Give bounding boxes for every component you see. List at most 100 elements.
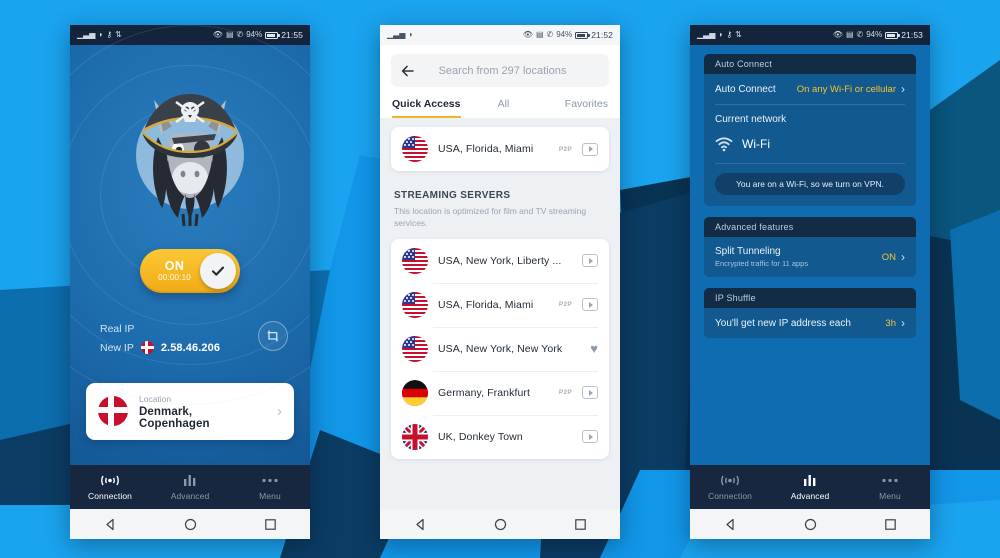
search-area: Search from 297 locations [380, 45, 620, 87]
usa-flag-icon [402, 291, 428, 318]
pirate-donkey-mascot-icon [141, 94, 239, 226]
ip-info: Real IP New IP 2.58.46.206 [70, 319, 310, 357]
tab-menu-label: Menu [879, 491, 901, 501]
battery-icon [575, 31, 590, 39]
vpn-timer: 00:00:10 [158, 273, 191, 283]
real-ip-label: Real IP [100, 322, 135, 335]
sync-icon: ⇅ [735, 30, 742, 39]
status-bar-right: ▁▃▅ ◗ ⚷ ⇅ 👁 ▤ ✆ 94% 21:53 [690, 25, 930, 45]
search-input[interactable]: Search from 297 locations [424, 65, 599, 77]
mascot-area [70, 79, 310, 229]
tab-connection[interactable]: Connection [690, 473, 770, 501]
bottom-tabbar-right: Connection Advanced Menu [690, 465, 930, 509]
android-navbar-center [380, 509, 620, 539]
phone-icon: ✆ [856, 30, 864, 39]
back-triangle-icon[interactable] [414, 518, 427, 531]
list-item[interactable]: USA, New York, New York ♥ [391, 326, 609, 371]
tab-advanced[interactable]: Advanced [770, 473, 850, 501]
phone-left: ▁▃▅ ◗ ⚷ ⇅ 👁 ▤ ✆ 94% 21:55 ON 00:00:10 Re… [70, 25, 310, 539]
usa-flag-icon [402, 247, 428, 274]
advanced-screen: Auto Connect Auto Connect On any Wi-Fi o… [690, 45, 930, 539]
p2p-badge: P2P [558, 145, 572, 153]
denmark-flag-icon [98, 396, 128, 427]
list-item-name: Germany, Frankfurt [438, 386, 531, 399]
recents-square-icon[interactable] [574, 518, 587, 531]
bottom-tabbar-left: Connection Advanced Menu [70, 465, 310, 509]
ip-shuffle-button[interactable] [258, 321, 288, 351]
list-item[interactable]: Germany, Frankfurt P2P [391, 370, 609, 415]
split-tunneling-value: ON [881, 251, 896, 263]
home-circle-icon[interactable] [494, 518, 507, 531]
android-navbar-right [690, 509, 930, 539]
new-ip-row: New IP 2.58.46.206 [100, 338, 280, 357]
wifi-icon: ◗ [718, 30, 724, 39]
android-navbar-left [70, 509, 310, 539]
ip-shuffle-header: IP Shuffle [704, 288, 916, 308]
list-item[interactable]: USA, Florida, Miami P2P [391, 127, 609, 171]
split-tunneling-row[interactable]: Split Tunneling Encrypted traffic for 11… [704, 237, 916, 277]
vpn-state-label: ON [164, 258, 185, 273]
vpn-toggle-text: ON 00:00:10 [144, 258, 200, 283]
new-ip-value: 2.58.46.206 [160, 341, 221, 354]
tab-menu[interactable]: Menu [230, 473, 310, 501]
signal-icon: ▁▃▅ [697, 30, 716, 39]
back-triangle-icon[interactable] [104, 518, 117, 531]
list-item-name: USA, New York, New York [438, 342, 563, 355]
vpn-toggle-knob[interactable] [200, 253, 236, 289]
vibrate-icon: ▤ [845, 30, 854, 39]
tab-favorites[interactable]: Favorites [538, 87, 608, 118]
play-button[interactable] [582, 430, 598, 444]
ip-shuffle-row[interactable]: You'll get new IP address each 3h › [704, 308, 916, 338]
play-button[interactable] [582, 298, 598, 312]
vpn-toggle[interactable]: ON 00:00:10 [140, 249, 240, 293]
chevron-right-icon: › [277, 402, 282, 420]
advanced-features-panel: Advanced features Split Tunneling Encryp… [704, 217, 916, 277]
recents-square-icon[interactable] [884, 518, 897, 531]
auto-connect-value: On any Wi-Fi or cellular [796, 83, 896, 95]
auto-connect-row[interactable]: Auto Connect On any Wi-Fi or cellular › [704, 74, 916, 104]
home-circle-icon[interactable] [804, 518, 817, 531]
back-arrow-icon[interactable] [401, 64, 415, 78]
bars-icon [770, 473, 850, 488]
locations-scroll[interactable]: USA, Florida, Miami P2P STREAMING SERVER… [380, 118, 620, 509]
tab-connection-label: Connection [87, 491, 132, 501]
play-button[interactable] [582, 142, 598, 156]
tab-advanced[interactable]: Advanced [150, 473, 230, 501]
location-name: Denmark, Copenhagen [139, 405, 210, 430]
tab-connection-label: Connection [707, 491, 752, 501]
list-item[interactable]: UK, Donkey Town [391, 414, 609, 459]
split-tunneling-sub: Encrypted traffic for 11 apps [715, 259, 809, 268]
tab-all[interactable]: All [469, 87, 539, 118]
recents-square-icon[interactable] [264, 518, 277, 531]
dots-icon [850, 473, 930, 488]
check-icon [211, 266, 225, 276]
back-triangle-icon[interactable] [724, 518, 737, 531]
play-button[interactable] [582, 386, 598, 400]
section-title: STREAMING SERVERS [394, 190, 511, 201]
favorite-heart-icon[interactable]: ♥ [590, 342, 598, 355]
tab-connection[interactable]: Connection [70, 473, 150, 501]
chevron-right-icon: › [901, 250, 905, 264]
tab-advanced-label: Advanced [170, 491, 210, 501]
phone-right: ▁▃▅ ◗ ⚷ ⇅ 👁 ▤ ✆ 94% 21:53 Auto Connect A… [690, 25, 930, 539]
list-item[interactable]: USA, New York, Liberty ... [391, 239, 609, 283]
tab-menu[interactable]: Menu [850, 473, 930, 501]
list-item-name: USA, Florida, Miami [438, 298, 534, 311]
auto-connect-label: Auto Connect [715, 83, 776, 95]
tab-advanced-label: Advanced [790, 491, 830, 501]
current-network-row: Wi-Fi [704, 127, 916, 163]
play-button[interactable] [582, 254, 598, 268]
key-icon: ⚷ [726, 30, 733, 39]
wifi-network-name: Wi-Fi [742, 137, 770, 151]
quick-access-card: USA, Florida, Miami P2P [391, 127, 609, 171]
locations-screen: Search from 297 locations Quick Access A… [380, 45, 620, 539]
search-bar[interactable]: Search from 297 locations [391, 54, 609, 87]
battery-icon [885, 31, 900, 39]
tab-quick-access[interactable]: Quick Access [392, 87, 469, 118]
ip-shuffle-label: You'll get new IP address each [715, 317, 851, 329]
streaming-section-header: STREAMING SERVERS This location is optim… [380, 180, 620, 230]
auto-connect-header: Auto Connect [704, 54, 916, 74]
home-circle-icon[interactable] [184, 518, 197, 531]
section-subtitle: This location is optimized for film and … [394, 206, 587, 229]
list-item[interactable]: USA, Florida, Miami P2P [391, 282, 609, 327]
